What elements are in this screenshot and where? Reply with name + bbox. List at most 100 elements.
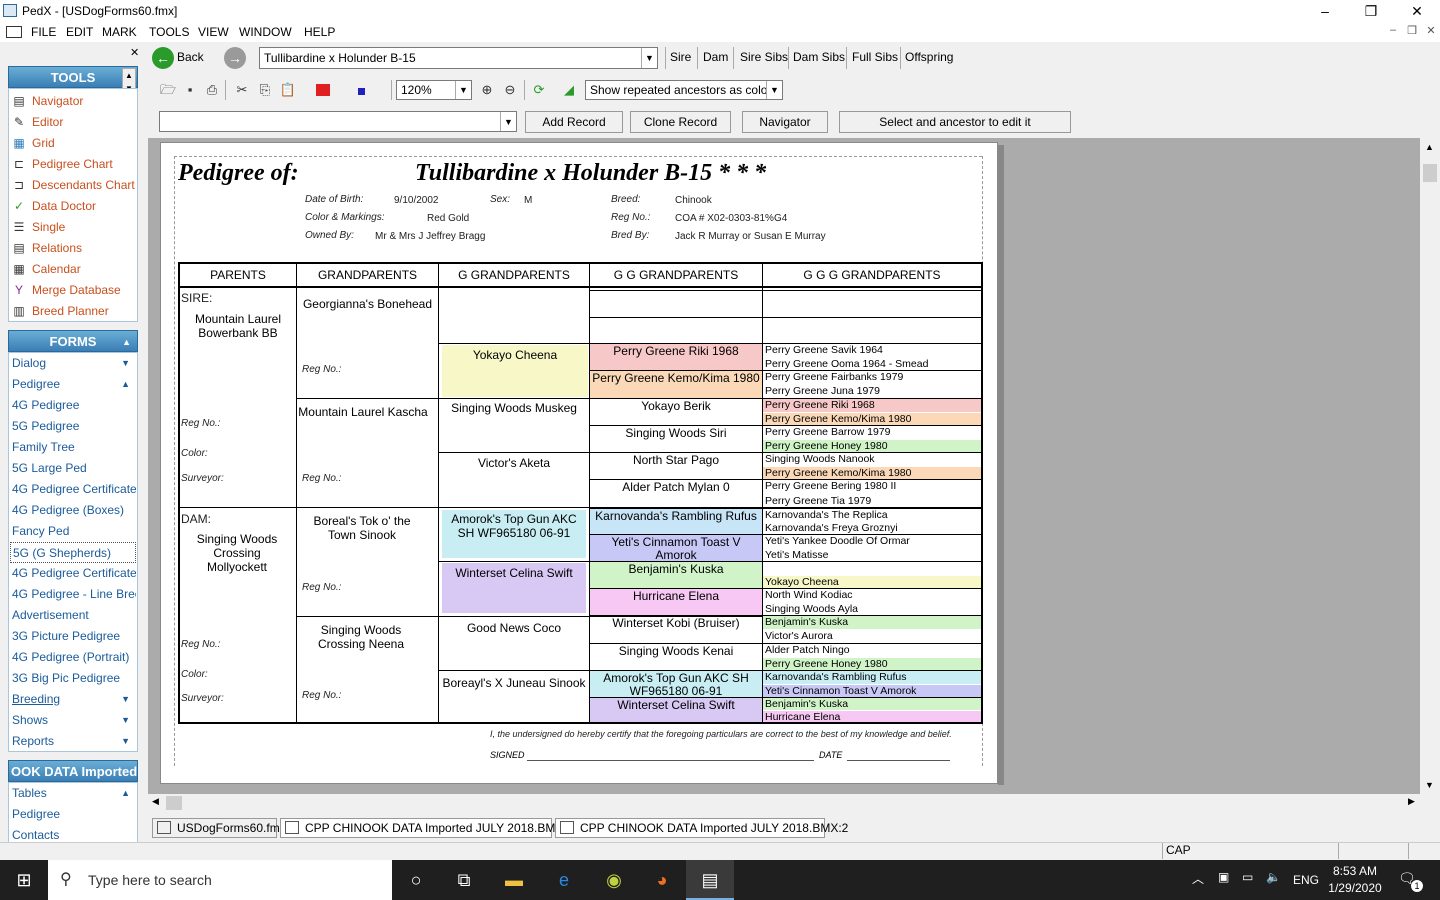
ggg-grandparent-3[interactable] — [763, 318, 981, 330]
copy-icon[interactable]: ⎘ — [256, 81, 274, 99]
form-5g-large-ped[interactable]: 5G Large Ped — [10, 458, 136, 479]
menu-help[interactable]: HELP — [304, 25, 335, 39]
gg-grandparent-8[interactable]: Alder Patch Mylan 0 — [590, 480, 762, 508]
cortana-icon[interactable]: ○ — [392, 860, 440, 900]
dropdown-arrow-icon[interactable]: ▼ — [500, 112, 516, 131]
menu-window[interactable]: WINDOW — [239, 25, 292, 39]
document-icon[interactable] — [6, 26, 22, 38]
form-4g-pedigree[interactable]: 4G Pedigree — [10, 395, 136, 416]
form-category-reports[interactable]: Reports ▼ — [10, 731, 136, 752]
volume-icon[interactable]: 🔈 — [1266, 870, 1281, 884]
windows-start-icon[interactable]: ⊞ — [0, 860, 48, 900]
tool-relations[interactable]: ▤ Relations — [10, 238, 136, 259]
scroll-down-icon[interactable]: ▼ — [1425, 780, 1434, 790]
zoom-in-icon[interactable]: ⊕ — [478, 81, 496, 99]
clone-record-button[interactable]: Clone Record — [630, 111, 731, 133]
zoom-out-icon[interactable]: ⊖ — [501, 81, 519, 99]
form-5g-pedigree[interactable]: 5G Pedigree — [10, 416, 136, 437]
form-category-shows[interactable]: Shows ▼ — [10, 710, 136, 731]
gg-grandparent-12[interactable]: Hurricane Elena — [590, 589, 762, 615]
ggg-grandparent-29[interactable]: Karnovanda's Rambling Rufus — [763, 671, 981, 684]
collapse-icon[interactable]: ▲ — [122, 331, 131, 353]
ggg-grandparent-15[interactable]: Perry Greene Bering 1980 II — [763, 480, 981, 494]
g-grandparent-5[interactable]: Amorok's Top Gun AKC SH WF965180 06-91 — [442, 510, 586, 558]
dam-sibs-link[interactable]: Dam Sibs — [793, 50, 845, 64]
ggg-grandparent-19[interactable]: Yeti's Yankee Doodle Of Ormar — [763, 535, 981, 548]
horizontal-scrollbar[interactable]: ◀ ▶ — [148, 794, 1420, 812]
form-category-pedigree[interactable]: Pedigree ▲ — [10, 374, 136, 395]
form-4g-pedigree-line-breeding[interactable]: 4G Pedigree - Line Breeding — [10, 584, 136, 605]
forms-panel-header[interactable]: FORMS ▲ — [8, 330, 138, 352]
menu-edit[interactable]: EDIT — [66, 25, 93, 39]
menu-mark[interactable]: MARK — [102, 25, 137, 39]
taskbar-search[interactable]: ⚲ Type here to search — [48, 860, 392, 900]
tool-merge-database[interactable]: Y Merge Database — [10, 280, 136, 301]
file-explorer-icon[interactable]: ▬ — [490, 860, 538, 900]
mdi-minimize-button[interactable]: – — [1384, 24, 1402, 40]
db-pedigree[interactable]: Pedigree — [10, 804, 136, 825]
g-grandparent-2[interactable]: Yokayo Cheena — [442, 345, 588, 397]
pedx-taskbar-icon[interactable]: ◉ — [590, 860, 638, 900]
ggg-grandparent-27[interactable]: Alder Patch Ningo — [763, 644, 981, 657]
form-3g-picture-pedigree[interactable]: 3G Picture Pedigree — [10, 626, 136, 647]
ggg-grandparent-5[interactable]: Perry Greene Savik 1964 — [763, 344, 981, 357]
gg-grandparent-15[interactable]: Amorok's Top Gun AKC SH WF965180 06-91 — [590, 671, 762, 697]
zoom-select[interactable]: 120% ▼ — [396, 80, 472, 100]
paste-icon[interactable]: 📋 — [279, 81, 297, 99]
gg-grandparent-6[interactable]: Singing Woods Siri — [590, 426, 762, 452]
chart-icon[interactable]: ◢ — [560, 81, 578, 99]
minimize-button[interactable]: – — [1302, 0, 1348, 22]
network-icon[interactable]: ▭ — [1242, 870, 1253, 884]
edge-icon[interactable]: e — [540, 860, 588, 900]
add-record-button[interactable]: Add Record — [525, 111, 623, 133]
red-color-icon[interactable] — [316, 84, 330, 96]
hscroll-thumb[interactable] — [166, 796, 182, 810]
ggg-grandparent-31[interactable]: Benjamin's Kuska — [763, 698, 981, 710]
tray-expand-icon[interactable]: ︿ — [1192, 870, 1204, 887]
sire-sibs-link[interactable]: Sire Sibs — [740, 50, 788, 64]
back-arrow-icon[interactable]: ← — [152, 47, 174, 69]
form-3g-big-pic-pedigree[interactable]: 3G Big Pic Pedigree — [10, 668, 136, 689]
dam-link[interactable]: Dam — [703, 50, 728, 64]
ggg-grandparent-30[interactable]: Yeti's Cinnamon Toast V Amorok — [763, 685, 981, 697]
grandparent-3[interactable]: Boreal's Tok o' the Town Sinook — [298, 514, 426, 542]
tray-app-icon[interactable]: ▣ — [1218, 870, 1229, 884]
cut-icon[interactable]: ✂ — [233, 81, 251, 99]
database-panel-header[interactable]: OOK DATA Imported — [8, 760, 138, 782]
tool-data-doctor[interactable]: ✓ Data Doctor — [10, 196, 136, 217]
g-grandparent-3[interactable]: Singing Woods Muskeg — [440, 401, 588, 451]
ggg-grandparent-20[interactable]: Yeti's Matisse — [763, 549, 981, 561]
show-ancestors-select[interactable]: Show repeated ancestors as color ▼ — [585, 80, 783, 100]
forward-arrow-icon[interactable]: → — [224, 47, 246, 69]
menu-file[interactable]: FILE — [31, 25, 56, 39]
ggg-grandparent-24[interactable]: Singing Woods Ayla — [763, 603, 981, 615]
gg-grandparent-9[interactable]: Karnovanda's Rambling Rufus — [590, 509, 762, 534]
scroll-right-icon[interactable]: ▶ — [1408, 796, 1415, 807]
record-selector[interactable]: Tullibardine x Holunder B-15 ▼ — [259, 47, 658, 69]
menu-view[interactable]: VIEW — [198, 25, 229, 39]
form-4g-pedigree-certificate[interactable]: 4G Pedigree Certificate — [10, 479, 136, 500]
gg-grandparent-5[interactable]: Yokayo Berik — [590, 399, 762, 425]
gg-grandparent-2[interactable] — [590, 318, 762, 343]
g-grandparent-6[interactable]: Winterset Celina Swift — [442, 563, 586, 613]
ggg-grandparent-10[interactable]: Perry Greene Kemo/Kima 1980 — [763, 413, 981, 425]
scroll-left-icon[interactable]: ◀ — [152, 796, 159, 807]
g-grandparent-1[interactable] — [440, 290, 588, 342]
sire-link[interactable]: Sire — [670, 50, 691, 64]
ggg-grandparent-18[interactable]: Karnovanda's Freya Groznyi — [763, 522, 981, 534]
tool-navigator[interactable]: ▤ Navigator — [10, 91, 136, 112]
ggg-grandparent-2[interactable] — [763, 305, 981, 317]
save-icon[interactable]: ▪ — [181, 81, 199, 99]
firefox-icon[interactable]: ◕ — [638, 860, 686, 900]
ggg-grandparent-11[interactable]: Perry Greene Barrow 1979 — [763, 426, 981, 439]
scroll-thumb[interactable] — [1423, 164, 1437, 182]
ggg-grandparent-16[interactable]: Perry Greene Tia 1979 — [763, 495, 981, 508]
form-advertisement[interactable]: Advertisement — [10, 605, 136, 626]
tool-grid[interactable]: ▦ Grid — [10, 133, 136, 154]
ggg-grandparent-13[interactable]: Singing Woods Nanook — [763, 453, 981, 466]
ggg-grandparent-6[interactable]: Perry Greene Ooma 1964 - Smead — [763, 358, 981, 370]
ggg-grandparent-23[interactable]: North Wind Kodiac — [763, 589, 981, 602]
ggg-grandparent-1[interactable] — [763, 291, 981, 304]
db-tables[interactable]: Tables ▲ — [10, 783, 136, 804]
ggg-grandparent-26[interactable]: Victor's Aurora — [763, 630, 981, 643]
